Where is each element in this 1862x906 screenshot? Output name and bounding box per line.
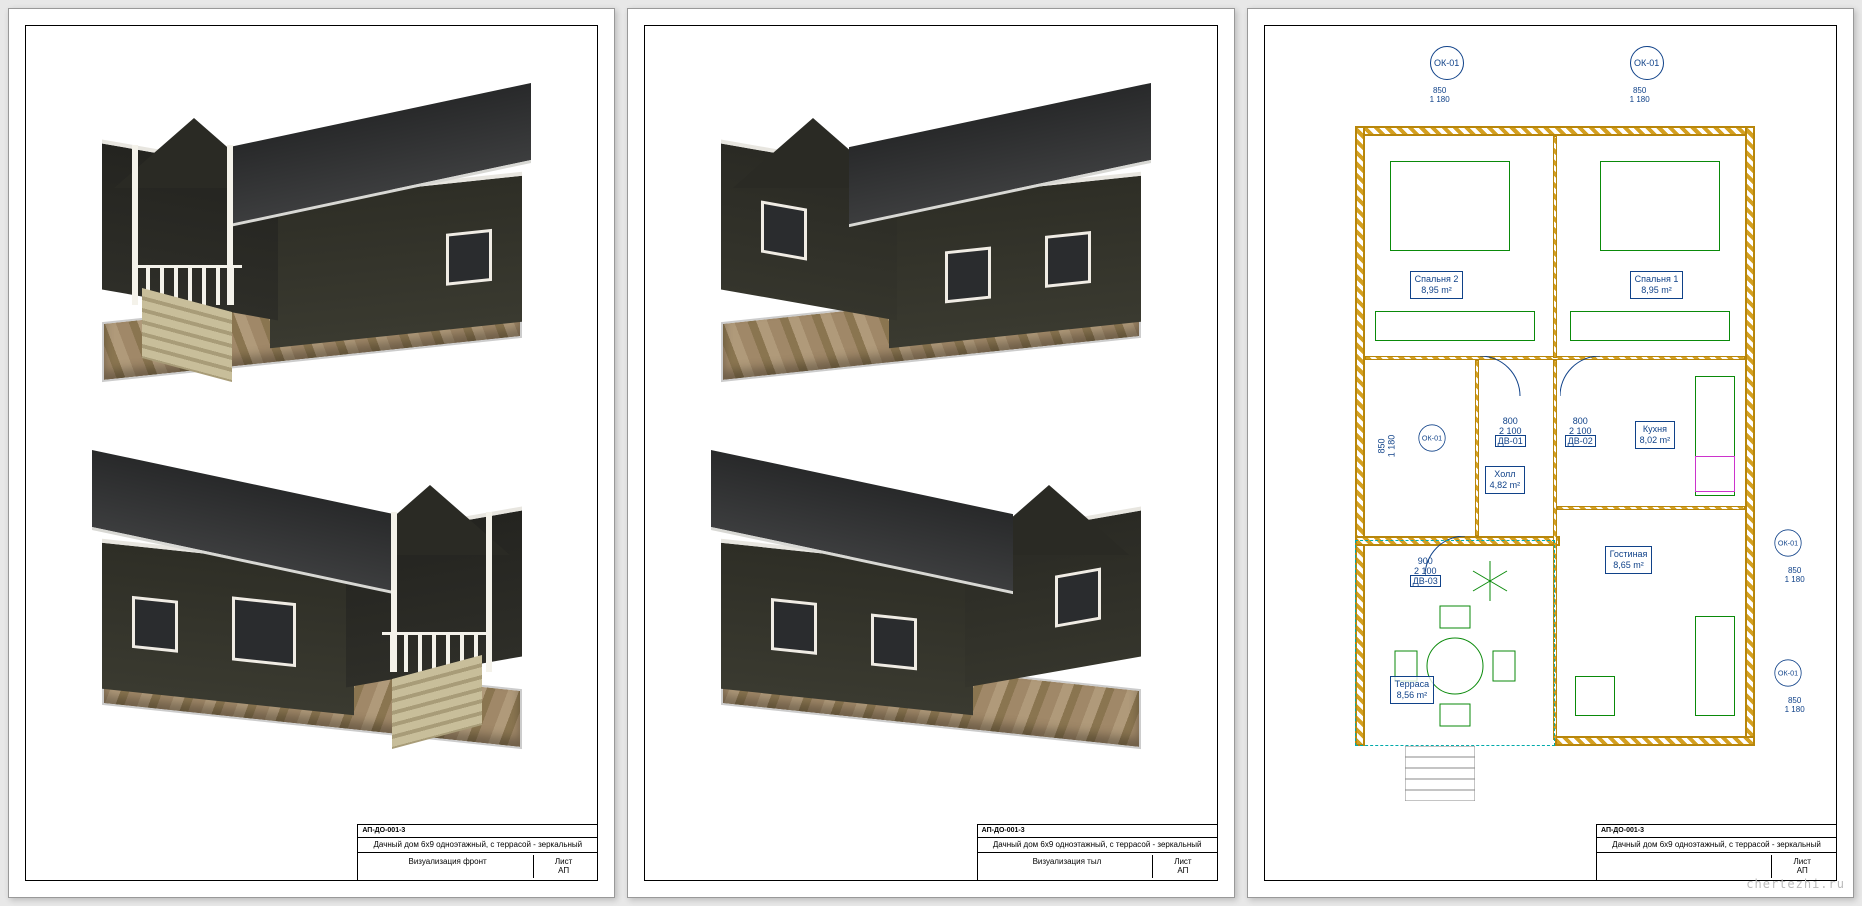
sheet-rear: АП-ДО-001-3 Дачный дом 6х9 одноэтажный, … xyxy=(627,8,1234,898)
sheet-frame: АП-ДО-001-3 Дачный дом 6х9 одноэтажный, … xyxy=(644,25,1217,881)
sheet-caption xyxy=(1601,855,1773,878)
sheet-title: Дачный дом 6х9 одноэтажный, с террасой -… xyxy=(362,840,593,850)
sheet-code: АП-ДО-001-3 xyxy=(362,827,593,835)
floor-plan: ОК-01 8501 180 ОК-01 8501 180 xyxy=(1285,46,1816,780)
sheet-front: АП-ДО-001-3 Дачный дом 6х9 одноэтажный, … xyxy=(8,8,615,898)
render-container xyxy=(26,26,597,880)
stove-icon xyxy=(1695,456,1735,492)
bed-icon xyxy=(1390,161,1510,251)
armchair-icon xyxy=(1575,676,1615,716)
render-front-1 xyxy=(102,70,522,390)
window-tag: ОК-01 xyxy=(1418,424,1445,451)
sheet-title: Дачный дом 6х9 одноэтажный, с террасой -… xyxy=(1601,840,1832,850)
sheet-title: Дачный дом 6х9 одноэтажный, с террасой -… xyxy=(982,840,1213,850)
room-label-kitchen: Кухня8,02 m² xyxy=(1635,421,1676,449)
door-tag: 8002 100 ДВ-02 xyxy=(1565,416,1596,446)
door-arc-icon xyxy=(1480,356,1550,406)
sheet-frame: АП-ДО-001-3 Дачный дом 6х9 одноэтажный, … xyxy=(25,25,598,881)
room-label-hall: Холл4,82 m² xyxy=(1485,466,1526,494)
room-label-bedroom1: Спальня 18,95 m² xyxy=(1630,271,1684,299)
stairs-icon xyxy=(1405,746,1475,801)
render-rear-2 xyxy=(721,437,1141,757)
sheet-leaf: Лист АП xyxy=(534,855,594,878)
window-dim: 8501 180 xyxy=(1430,86,1450,104)
sheet-code: АП-ДО-001-3 xyxy=(1601,827,1832,835)
sheet-leaf: Лист АП xyxy=(1772,855,1832,878)
title-block-plan: АП-ДО-001-3 Дачный дом 6х9 одноэтажный, … xyxy=(1596,824,1836,880)
sofa-icon xyxy=(1695,616,1735,716)
wardrobe-icon xyxy=(1375,311,1535,341)
wardrobe-icon xyxy=(1570,311,1730,341)
sheet-caption: Визуализация тыл xyxy=(982,855,1154,878)
render-rear-1 xyxy=(721,70,1141,390)
door-tag: 8002 100 ДВ-01 xyxy=(1495,416,1526,446)
door-arc-icon xyxy=(1560,356,1630,406)
sheet-caption: Визуализация фронт xyxy=(362,855,534,878)
window-dim: 8501 180 xyxy=(1630,86,1650,104)
window-tag: ОК-01 xyxy=(1774,659,1801,686)
terrace-outline xyxy=(1355,540,1555,746)
sheet-leaf: Лист АП xyxy=(1153,855,1213,878)
render-container xyxy=(645,26,1216,880)
window-dim: 8501 180 xyxy=(1785,566,1805,584)
title-block-front: АП-ДО-001-3 Дачный дом 6х9 одноэтажный, … xyxy=(357,824,597,880)
window-tag: ОК-01 xyxy=(1630,46,1664,80)
sheet-code: АП-ДО-001-3 xyxy=(982,827,1213,835)
window-dim: 8501 180 xyxy=(1785,696,1805,714)
sheet-plan: ОК-01 8501 180 ОК-01 8501 180 xyxy=(1247,8,1854,898)
room-label-living: Гостиная8,65 m² xyxy=(1605,546,1653,574)
watermark: chertezhi.ru xyxy=(1746,877,1845,891)
window-side-dim: 8501 180 xyxy=(1376,435,1396,458)
plan-outline: Спальня 28,95 m² Спальня 18,95 m² Холл4,… xyxy=(1355,126,1755,746)
room-label-bedroom2: Спальня 28,95 m² xyxy=(1410,271,1464,299)
window-tag: ОК-01 xyxy=(1774,529,1801,556)
title-block-rear: АП-ДО-001-3 Дачный дом 6х9 одноэтажный, … xyxy=(977,824,1217,880)
window-tag: ОК-01 xyxy=(1430,46,1464,80)
sheet-frame: ОК-01 8501 180 ОК-01 8501 180 xyxy=(1264,25,1837,881)
render-front-2 xyxy=(102,437,522,757)
bed-icon xyxy=(1600,161,1720,251)
